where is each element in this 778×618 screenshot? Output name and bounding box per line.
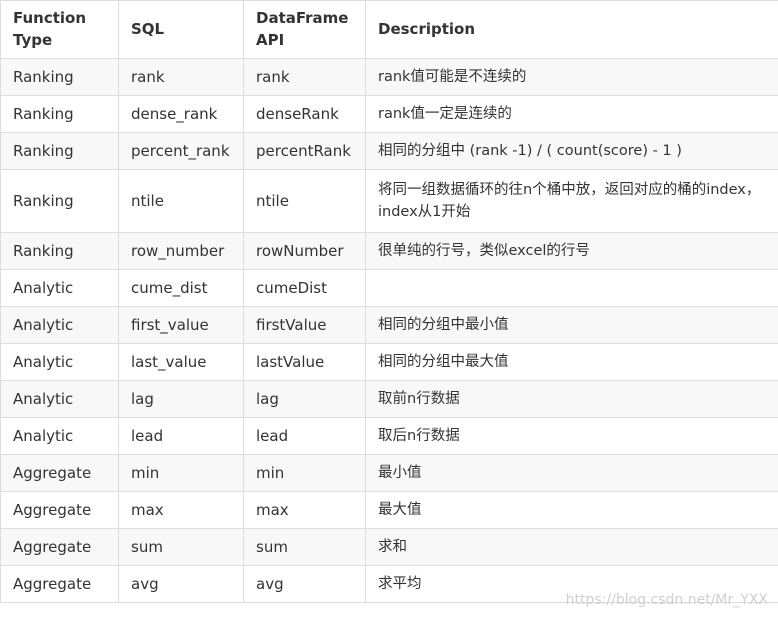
- cell-sql: lag: [118, 380, 244, 418]
- table-row: Aggregate avg avg 求平均: [0, 565, 778, 603]
- table-body: Ranking rank rank rank值可能是不连续的 Ranking d…: [0, 58, 778, 603]
- cell-description: 求和: [365, 528, 778, 566]
- table-row: Ranking ntile ntile 将同一组数据循环的往n个桶中放，返回对应…: [0, 169, 778, 233]
- cell-description: 相同的分组中 (rank -1) / ( count(score) - 1 ): [365, 132, 778, 170]
- table-row: Ranking dense_rank denseRank rank值一定是连续的: [0, 95, 778, 133]
- cell-dataframe-api: percentRank: [243, 132, 366, 170]
- table-row: Aggregate min min 最小值: [0, 454, 778, 492]
- cell-description: 求平均: [365, 565, 778, 603]
- cell-dataframe-api: firstValue: [243, 306, 366, 344]
- cell-function-type: Aggregate: [0, 565, 119, 603]
- cell-function-type: Aggregate: [0, 491, 119, 529]
- cell-function-type: Ranking: [0, 232, 119, 270]
- cell-dataframe-api: max: [243, 491, 366, 529]
- cell-function-type: Analytic: [0, 343, 119, 381]
- cell-function-type: Ranking: [0, 169, 119, 233]
- cell-description: 取前n行数据: [365, 380, 778, 418]
- cell-description: [365, 269, 778, 307]
- table-row: Aggregate sum sum 求和: [0, 528, 778, 566]
- cell-function-type: Analytic: [0, 269, 119, 307]
- table-row: Analytic last_value lastValue 相同的分组中最大值: [0, 343, 778, 381]
- cell-sql: first_value: [118, 306, 244, 344]
- cell-sql: min: [118, 454, 244, 492]
- table-row: Analytic cume_dist cumeDist: [0, 269, 778, 307]
- table-row: Ranking rank rank rank值可能是不连续的: [0, 58, 778, 96]
- header-sql: SQL: [118, 0, 244, 59]
- table-row: Ranking percent_rank percentRank 相同的分组中 …: [0, 132, 778, 170]
- table-row: Ranking row_number rowNumber 很单纯的行号，类似ex…: [0, 232, 778, 270]
- cell-dataframe-api: lastValue: [243, 343, 366, 381]
- cell-description: 将同一组数据循环的往n个桶中放，返回对应的桶的index，index从1开始: [365, 169, 778, 233]
- cell-dataframe-api: lag: [243, 380, 366, 418]
- cell-sql: ntile: [118, 169, 244, 233]
- page: Function Type SQL DataFrame API Descript…: [0, 0, 778, 618]
- table-row: Analytic lead lead 取后n行数据: [0, 417, 778, 455]
- cell-description: 相同的分组中最大值: [365, 343, 778, 381]
- cell-function-type: Aggregate: [0, 454, 119, 492]
- cell-dataframe-api: denseRank: [243, 95, 366, 133]
- header-function-type: Function Type: [0, 0, 119, 59]
- header-description: Description: [365, 0, 778, 59]
- cell-dataframe-api: rank: [243, 58, 366, 96]
- window-functions-table: Function Type SQL DataFrame API Descript…: [0, 0, 778, 603]
- cell-description: 最小值: [365, 454, 778, 492]
- cell-sql: last_value: [118, 343, 244, 381]
- cell-function-type: Ranking: [0, 132, 119, 170]
- cell-sql: max: [118, 491, 244, 529]
- cell-sql: cume_dist: [118, 269, 244, 307]
- cell-sql: lead: [118, 417, 244, 455]
- table-row: Aggregate max max 最大值: [0, 491, 778, 529]
- cell-sql: row_number: [118, 232, 244, 270]
- table-header-row: Function Type SQL DataFrame API Descript…: [0, 0, 778, 59]
- cell-dataframe-api: lead: [243, 417, 366, 455]
- cell-dataframe-api: avg: [243, 565, 366, 603]
- cell-function-type: Aggregate: [0, 528, 119, 566]
- cell-function-type: Ranking: [0, 58, 119, 96]
- cell-dataframe-api: sum: [243, 528, 366, 566]
- cell-dataframe-api: cumeDist: [243, 269, 366, 307]
- cell-sql: rank: [118, 58, 244, 96]
- cell-description: 最大值: [365, 491, 778, 529]
- cell-sql: dense_rank: [118, 95, 244, 133]
- cell-dataframe-api: rowNumber: [243, 232, 366, 270]
- cell-description: 相同的分组中最小值: [365, 306, 778, 344]
- table-row: Analytic first_value firstValue 相同的分组中最小…: [0, 306, 778, 344]
- cell-description: rank值一定是连续的: [365, 95, 778, 133]
- cell-dataframe-api: ntile: [243, 169, 366, 233]
- header-dataframe-api: DataFrame API: [243, 0, 366, 59]
- cell-description: rank值可能是不连续的: [365, 58, 778, 96]
- cell-sql: sum: [118, 528, 244, 566]
- cell-function-type: Ranking: [0, 95, 119, 133]
- table-row: Analytic lag lag 取前n行数据: [0, 380, 778, 418]
- cell-function-type: Analytic: [0, 380, 119, 418]
- cell-dataframe-api: min: [243, 454, 366, 492]
- cell-sql: avg: [118, 565, 244, 603]
- cell-function-type: Analytic: [0, 417, 119, 455]
- cell-function-type: Analytic: [0, 306, 119, 344]
- cell-sql: percent_rank: [118, 132, 244, 170]
- cell-description: 取后n行数据: [365, 417, 778, 455]
- cell-description: 很单纯的行号，类似excel的行号: [365, 232, 778, 270]
